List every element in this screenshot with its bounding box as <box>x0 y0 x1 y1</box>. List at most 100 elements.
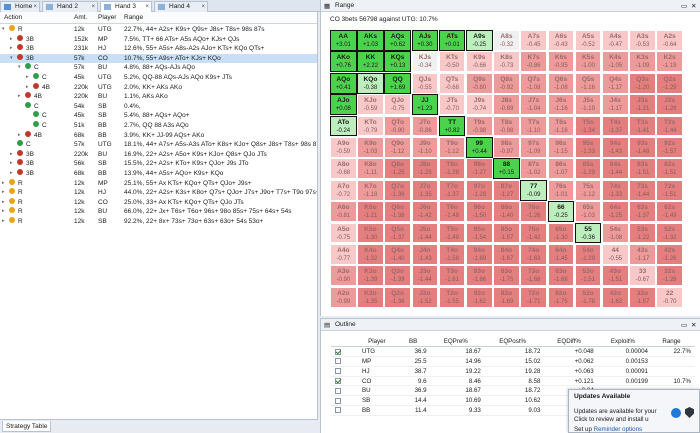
hand-cell[interactable]: 95s -1.33 <box>574 137 602 158</box>
hand-cell[interactable]: Q9s -0.80 <box>466 72 493 94</box>
hand-cell[interactable]: AQs +0.62 <box>384 30 411 51</box>
hand-cell[interactable]: K9o -1.03 <box>357 137 384 158</box>
hand-cell[interactable]: 84s -1.44 <box>602 158 629 180</box>
hand-cell[interactable]: Q9o -1.12 <box>384 137 411 158</box>
hand-cell[interactable]: 86s -1.07 <box>547 158 575 180</box>
expand-arrow-icon[interactable]: ▸ <box>10 44 13 54</box>
expand-arrow-icon[interactable]: ▸ <box>10 169 13 179</box>
hand-cell[interactable]: 74o -1.63 <box>520 244 547 265</box>
hand-cell[interactable]: 73o -1.68 <box>520 265 547 287</box>
hand-cell[interactable]: 53s -1.22 <box>629 222 656 244</box>
hand-cell[interactable]: KTs -0.50 <box>438 51 466 73</box>
hand-cell[interactable]: KTo -0.79 <box>357 115 384 137</box>
hand-cell[interactable]: A8s -0.32 <box>493 30 520 51</box>
hand-cell[interactable]: A2s -0.64 <box>656 30 683 51</box>
hand-cell[interactable]: 87o -1.27 <box>493 179 520 201</box>
tree-row[interactable]: ▸ 3B 220k BU 16.9%, 22+ A2s+ A5o+ K9s+ KJo+ … <box>0 149 317 160</box>
hand-cell[interactable]: 72o -1.71 <box>520 286 547 308</box>
tree-row[interactable]: ▸ 3B 152k MP 7.5%, TT+ 66 ATs+ A5s AQo+ KJs+… <box>0 34 317 45</box>
hand-cell[interactable]: Q7s -1.08 <box>520 72 547 94</box>
include-checkbox[interactable] <box>331 405 359 416</box>
tree-row[interactable]: C 57k UTG 18.1%, 44+ A7s+ A5s-A3s ATo+ K8s+… <box>0 140 317 150</box>
hand-cell[interactable]: 54o -1.29 <box>574 244 602 265</box>
hand-cell[interactable]: K4o -1.32 <box>357 244 384 265</box>
include-checkbox[interactable] <box>331 346 359 358</box>
close-icon[interactable]: × <box>33 2 37 12</box>
expand-arrow-icon[interactable]: ▸ <box>2 179 5 189</box>
hand-cell[interactable]: 93o -1.66 <box>466 265 493 287</box>
hand-cell[interactable]: 64s -1.25 <box>602 201 629 222</box>
hand-cell[interactable]: A4s -0.47 <box>602 30 629 51</box>
hand-cell[interactable]: 75o -1.42 <box>520 222 547 244</box>
hand-cell[interactable]: 97o -1.29 <box>466 179 493 201</box>
hand-cell[interactable]: 95o -1.54 <box>466 222 493 244</box>
expand-arrow-icon[interactable]: ▾ <box>2 25 5 35</box>
updates-notification[interactable]: Updates Available Updates are available … <box>568 389 700 433</box>
hand-cell[interactable]: J6s -1.16 <box>547 94 575 115</box>
player-column-header[interactable]: Player <box>98 14 116 21</box>
hand-cell[interactable]: JJ +1.23 <box>411 94 439 115</box>
hand-cell[interactable]: 98s -0.97 <box>493 137 520 158</box>
hand-cell[interactable]: KJs -0.34 <box>411 51 439 73</box>
outline-column-header[interactable]: BB <box>399 337 431 348</box>
hand-cell[interactable]: J4o -1.43 <box>411 244 439 265</box>
outline-column-header[interactable]: EQPost% <box>484 337 545 348</box>
hand-cell[interactable]: K5s -1.00 <box>574 51 602 73</box>
close-icon[interactable]: × <box>91 2 95 12</box>
hand-cell[interactable]: A5s -0.52 <box>574 30 602 51</box>
hand-cell[interactable]: AA +3.01 <box>330 30 357 51</box>
hand-cell[interactable]: Q2s -1.29 <box>656 72 683 94</box>
hand-cell[interactable]: T8o -1.28 <box>438 158 466 180</box>
hand-cell[interactable]: 96o -1.50 <box>466 201 493 222</box>
expand-arrow-icon[interactable]: ▸ <box>2 198 5 208</box>
hand-cell[interactable]: Q8s -0.92 <box>493 72 520 94</box>
hand-cell[interactable]: Q4s -1.17 <box>602 72 629 94</box>
tree-row[interactable]: ▸ R 12k HJ 44.0%, 22+ A2s+ K3s+ K8o+ Q7s+ QJ… <box>0 188 317 198</box>
hand-cell[interactable]: 92o -1.62 <box>466 286 493 308</box>
hand-cell[interactable]: QTs -0.68 <box>438 72 466 94</box>
tree-row[interactable]: ▸ C 45k UTG 5.2%, QQ-88 AQs-AJs AQo K9s+ JTs <box>0 73 317 83</box>
include-checkbox[interactable] <box>331 385 359 397</box>
hand-cell[interactable]: 87s -1.02 <box>520 158 547 180</box>
checkbox[interactable] <box>335 397 341 404</box>
hand-cell[interactable]: 65o -1.30 <box>547 222 575 244</box>
hand-cell[interactable]: AKo +0.76 <box>330 51 357 73</box>
hand-cell[interactable]: 77 -0.09 <box>520 179 547 201</box>
panel-close-icon[interactable]: ✕ <box>691 2 696 10</box>
include-checkbox[interactable] <box>331 376 359 387</box>
hand-cell[interactable]: 84o -1.67 <box>493 244 520 265</box>
hand-cell[interactable]: 82s -1.51 <box>656 158 683 180</box>
hand-cell[interactable]: 62s -1.49 <box>656 201 683 222</box>
hand-cell[interactable]: K3o -1.39 <box>357 265 384 287</box>
outline-column-header[interactable] <box>331 337 359 348</box>
hand-cell[interactable]: A4o -0.77 <box>330 244 357 265</box>
hand-cell[interactable]: KQo -0.38 <box>357 72 384 94</box>
hand-cell[interactable]: A3o -0.90 <box>330 265 357 287</box>
hand-cell[interactable]: T6s -1.16 <box>547 115 575 137</box>
expand-arrow-icon[interactable]: ▸ <box>26 83 29 93</box>
tree-row[interactable]: ▾ 3B 57k CO 10.7%, 55+ A9s+ ATo+ KJs+ KQo <box>0 53 317 64</box>
hand-cell[interactable]: J5o -1.44 <box>411 222 439 244</box>
checkbox[interactable] <box>335 407 341 414</box>
hand-cell[interactable]: K5o -1.30 <box>357 222 384 244</box>
hand-cell[interactable]: K2s -1.19 <box>656 51 683 73</box>
tab-hand-2[interactable]: Hand 2 × <box>42 1 98 12</box>
reminder-options-link[interactable]: Reminder options <box>594 426 643 433</box>
expand-arrow-icon[interactable]: ▸ <box>10 159 13 169</box>
hand-cell[interactable]: T8s -0.98 <box>493 115 520 137</box>
hand-cell[interactable]: Q6s -1.08 <box>547 72 575 94</box>
hand-cell[interactable]: J3s -1.21 <box>629 94 656 115</box>
hand-cell[interactable]: J6o -1.42 <box>411 201 439 222</box>
tree-row[interactable]: ▸ R 12k CO 25.0%, 33+ Ax KTs+ KQo+ QTs+ QJo … <box>0 197 317 208</box>
include-checkbox[interactable] <box>331 366 359 377</box>
hand-cell[interactable]: 88 +0.15 <box>493 158 520 180</box>
hand-cell[interactable]: J2s -1.28 <box>656 94 683 115</box>
hand-cell[interactable]: 86o -1.40 <box>493 201 520 222</box>
close-icon[interactable]: × <box>201 2 205 12</box>
hand-cell[interactable]: A7s -0.45 <box>520 30 547 51</box>
hand-cell[interactable]: TT +0.82 <box>438 115 466 137</box>
hand-cell[interactable]: 76o -1.26 <box>520 201 547 222</box>
tree-row[interactable]: ▸ 4B 68k BB 3.9%, KK+ JJ-99 AQs+ AKo <box>0 130 317 141</box>
hand-cell[interactable]: T7o -1.37 <box>438 179 466 201</box>
hand-cell[interactable]: 62o -1.75 <box>547 286 575 308</box>
